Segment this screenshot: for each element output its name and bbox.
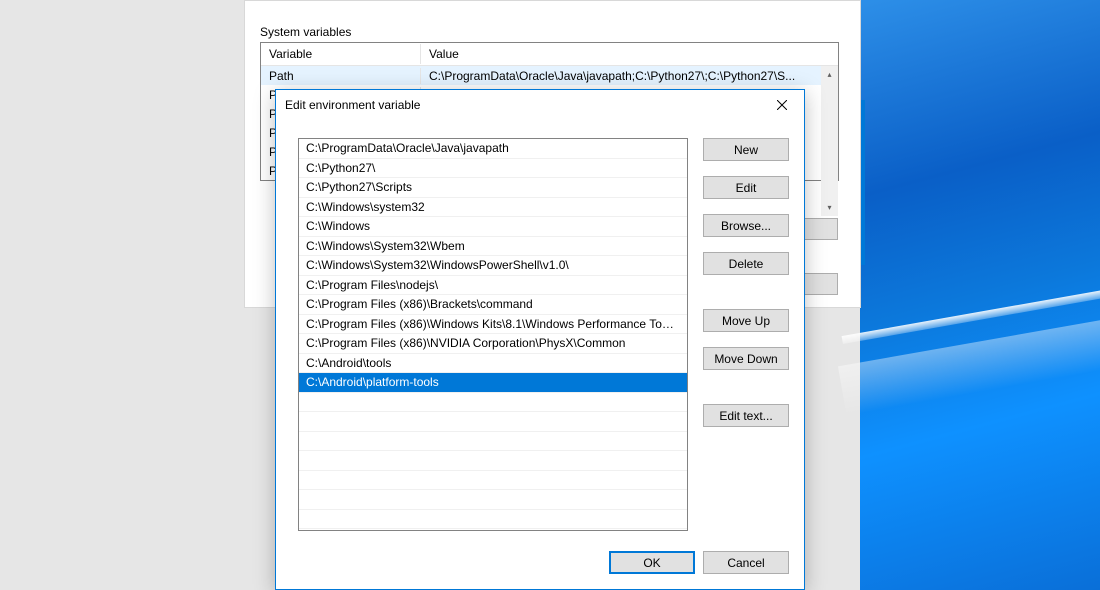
list-item-empty[interactable] bbox=[299, 451, 687, 471]
list-item[interactable]: C:\Program Files (x86)\Windows Kits\8.1\… bbox=[299, 315, 687, 335]
scroll-up-icon[interactable]: ▴ bbox=[821, 66, 838, 83]
path-listbox[interactable]: C:\ProgramData\Oracle\Java\javapathC:\Py… bbox=[298, 138, 688, 531]
dialog-titlebar[interactable]: Edit environment variable bbox=[276, 90, 804, 120]
move-down-button[interactable]: Move Down bbox=[703, 347, 789, 370]
list-item[interactable]: C:\Program Files (x86)\NVIDIA Corporatio… bbox=[299, 334, 687, 354]
list-item[interactable]: C:\Windows\system32 bbox=[299, 198, 687, 218]
edit-text-button[interactable]: Edit text... bbox=[703, 404, 789, 427]
ok-button[interactable]: OK bbox=[609, 551, 695, 574]
cell-variable: Path bbox=[261, 68, 421, 84]
list-item-empty[interactable] bbox=[299, 393, 687, 413]
list-item-empty[interactable] bbox=[299, 510, 687, 530]
browse-button[interactable]: Browse... bbox=[703, 214, 789, 237]
new-button[interactable]: New bbox=[703, 138, 789, 161]
list-item-empty[interactable] bbox=[299, 471, 687, 491]
cancel-button[interactable]: Cancel bbox=[703, 551, 789, 574]
list-item[interactable]: C:\Program Files\nodejs\ bbox=[299, 276, 687, 296]
close-icon bbox=[777, 100, 787, 110]
list-item-empty[interactable] bbox=[299, 412, 687, 432]
dialog-title: Edit environment variable bbox=[285, 98, 420, 112]
system-variables-label: System variables bbox=[260, 25, 351, 39]
list-item[interactable]: C:\Windows bbox=[299, 217, 687, 237]
delete-button[interactable]: Delete bbox=[703, 252, 789, 275]
close-button[interactable] bbox=[759, 90, 804, 119]
scroll-down-icon[interactable]: ▾ bbox=[821, 199, 838, 216]
edit-environment-variable-dialog: Edit environment variable C:\ProgramData… bbox=[275, 89, 805, 590]
list-item-empty[interactable] bbox=[299, 432, 687, 452]
scrollbar[interactable]: ▴ ▾ bbox=[821, 66, 838, 216]
table-row[interactable]: PathC:\ProgramData\Oracle\Java\javapath;… bbox=[261, 66, 838, 85]
list-item[interactable]: C:\Windows\System32\WindowsPowerShell\v1… bbox=[299, 256, 687, 276]
list-item[interactable]: C:\Python27\ bbox=[299, 159, 687, 179]
move-up-button[interactable]: Move Up bbox=[703, 309, 789, 332]
col-header-variable[interactable]: Variable bbox=[261, 44, 421, 64]
list-item[interactable]: C:\Windows\System32\Wbem bbox=[299, 237, 687, 257]
table-header: Variable Value bbox=[261, 43, 838, 66]
list-item[interactable]: C:\ProgramData\Oracle\Java\javapath bbox=[299, 139, 687, 159]
cell-value: C:\ProgramData\Oracle\Java\javapath;C:\P… bbox=[421, 68, 838, 84]
list-item[interactable]: C:\Android\tools bbox=[299, 354, 687, 374]
list-item[interactable]: C:\Android\platform-tools bbox=[299, 373, 687, 393]
list-item-empty[interactable] bbox=[299, 490, 687, 510]
desktop-wallpaper bbox=[860, 0, 1100, 590]
list-item[interactable]: C:\Python27\Scripts bbox=[299, 178, 687, 198]
list-item[interactable]: C:\Program Files (x86)\Brackets\command bbox=[299, 295, 687, 315]
col-header-value[interactable]: Value bbox=[421, 44, 838, 64]
edit-button[interactable]: Edit bbox=[703, 176, 789, 199]
background-panel bbox=[0, 0, 245, 590]
